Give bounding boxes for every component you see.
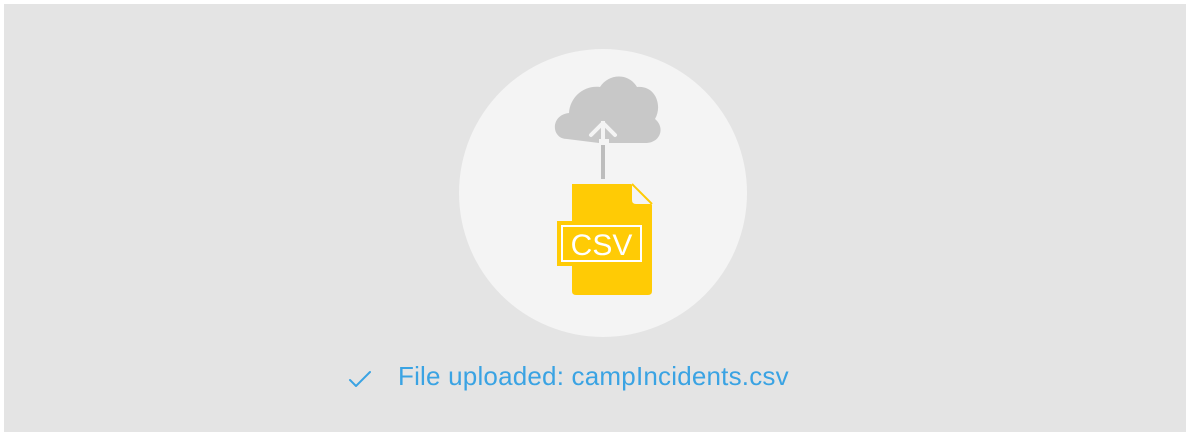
upload-status: File uploaded: campIncidents.csv bbox=[344, 356, 789, 396]
check-icon bbox=[349, 371, 371, 387]
upload-illustration: CSV bbox=[554, 76, 661, 295]
upload-illustration-circle: CSV bbox=[459, 49, 747, 337]
upload-panel: CSV File uploaded: campIncidents.csv bbox=[4, 4, 1186, 432]
file-type-label: CSV bbox=[571, 229, 633, 262]
upload-status-text: File uploaded: campIncidents.csv bbox=[398, 360, 789, 391]
cloud-upload-icon bbox=[554, 76, 661, 179]
csv-file-icon: CSV bbox=[557, 183, 653, 295]
